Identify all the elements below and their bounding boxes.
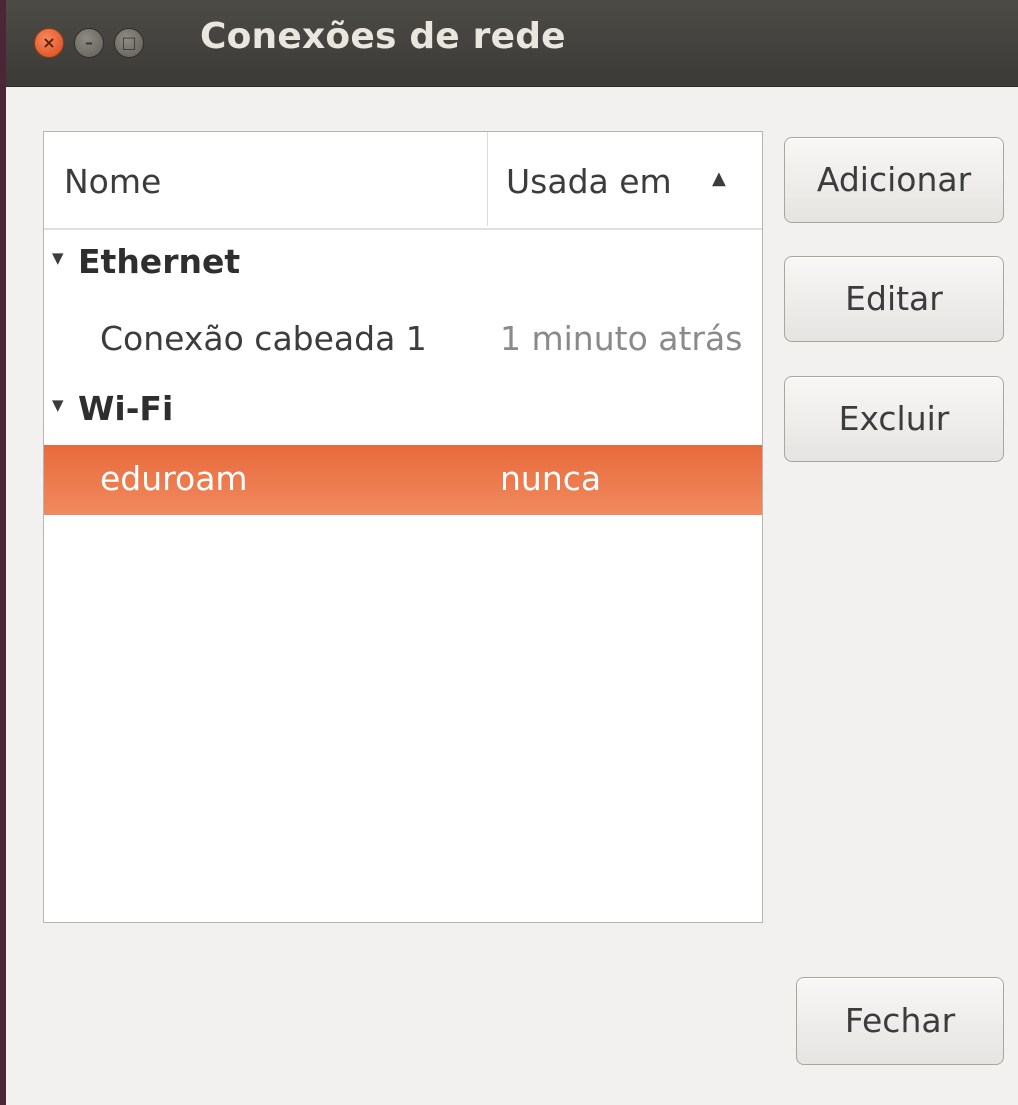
network-connections-window: × – □ Conexões de rede Nome Usada em ▲ ▼… [0, 0, 1018, 1105]
group-row-wifi[interactable]: ▼ Wi-Fi [44, 377, 762, 447]
sort-ascending-icon[interactable]: ▲ [712, 168, 726, 189]
group-row-ethernet[interactable]: ▼ Ethernet [44, 230, 762, 300]
column-header-name[interactable]: Nome [64, 162, 161, 201]
close-icon: × [42, 33, 56, 52]
expander-icon[interactable]: ▼ [52, 249, 64, 267]
column-divider[interactable] [487, 132, 488, 226]
close-button[interactable]: Fechar [796, 977, 1004, 1065]
expander-icon[interactable]: ▼ [52, 396, 64, 414]
maximize-icon: □ [121, 33, 137, 52]
connection-last-used: nunca [500, 459, 602, 498]
connection-last-used: 1 minuto atrás [500, 319, 743, 358]
minimize-icon: – [85, 33, 93, 52]
connection-row-conexao-cabeada-1[interactable]: Conexão cabeada 1 1 minuto atrás [44, 305, 762, 375]
delete-button[interactable]: Excluir [784, 376, 1004, 462]
connections-list[interactable]: Nome Usada em ▲ ▼ Ethernet Conexão cabea… [43, 131, 763, 923]
add-button[interactable]: Adicionar [784, 137, 1004, 223]
edit-button[interactable]: Editar [784, 256, 1004, 342]
window-title: Conexões de rede [200, 16, 566, 57]
title-bar: × – □ Conexões de rede [6, 0, 1018, 87]
connection-row-eduroam[interactable]: eduroam nunca [44, 445, 762, 515]
connection-name: Conexão cabeada 1 [100, 319, 427, 358]
group-label: Wi-Fi [78, 389, 174, 428]
list-header: Nome Usada em ▲ [44, 132, 762, 230]
window-close-button[interactable]: × [34, 28, 64, 58]
group-label: Ethernet [78, 242, 241, 281]
connection-name: eduroam [100, 459, 248, 498]
column-header-used[interactable]: Usada em [506, 162, 672, 201]
window-minimize-button[interactable]: – [74, 28, 104, 58]
window-maximize-button[interactable]: □ [114, 28, 144, 58]
